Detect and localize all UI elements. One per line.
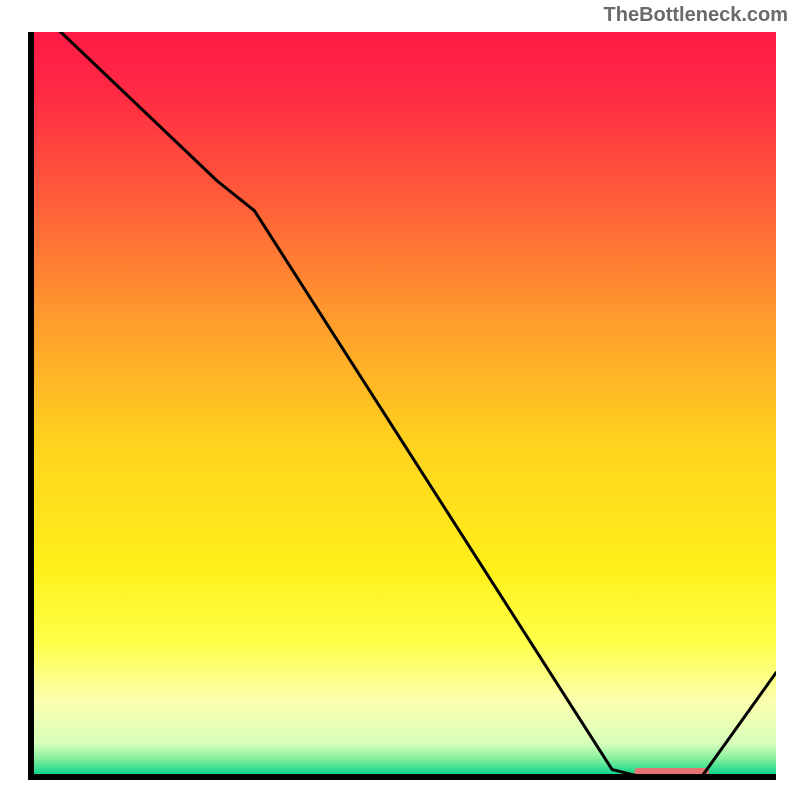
bottleneck-chart [28, 32, 776, 780]
attribution-label: TheBottleneck.com [604, 4, 788, 27]
chart-background [31, 32, 776, 777]
